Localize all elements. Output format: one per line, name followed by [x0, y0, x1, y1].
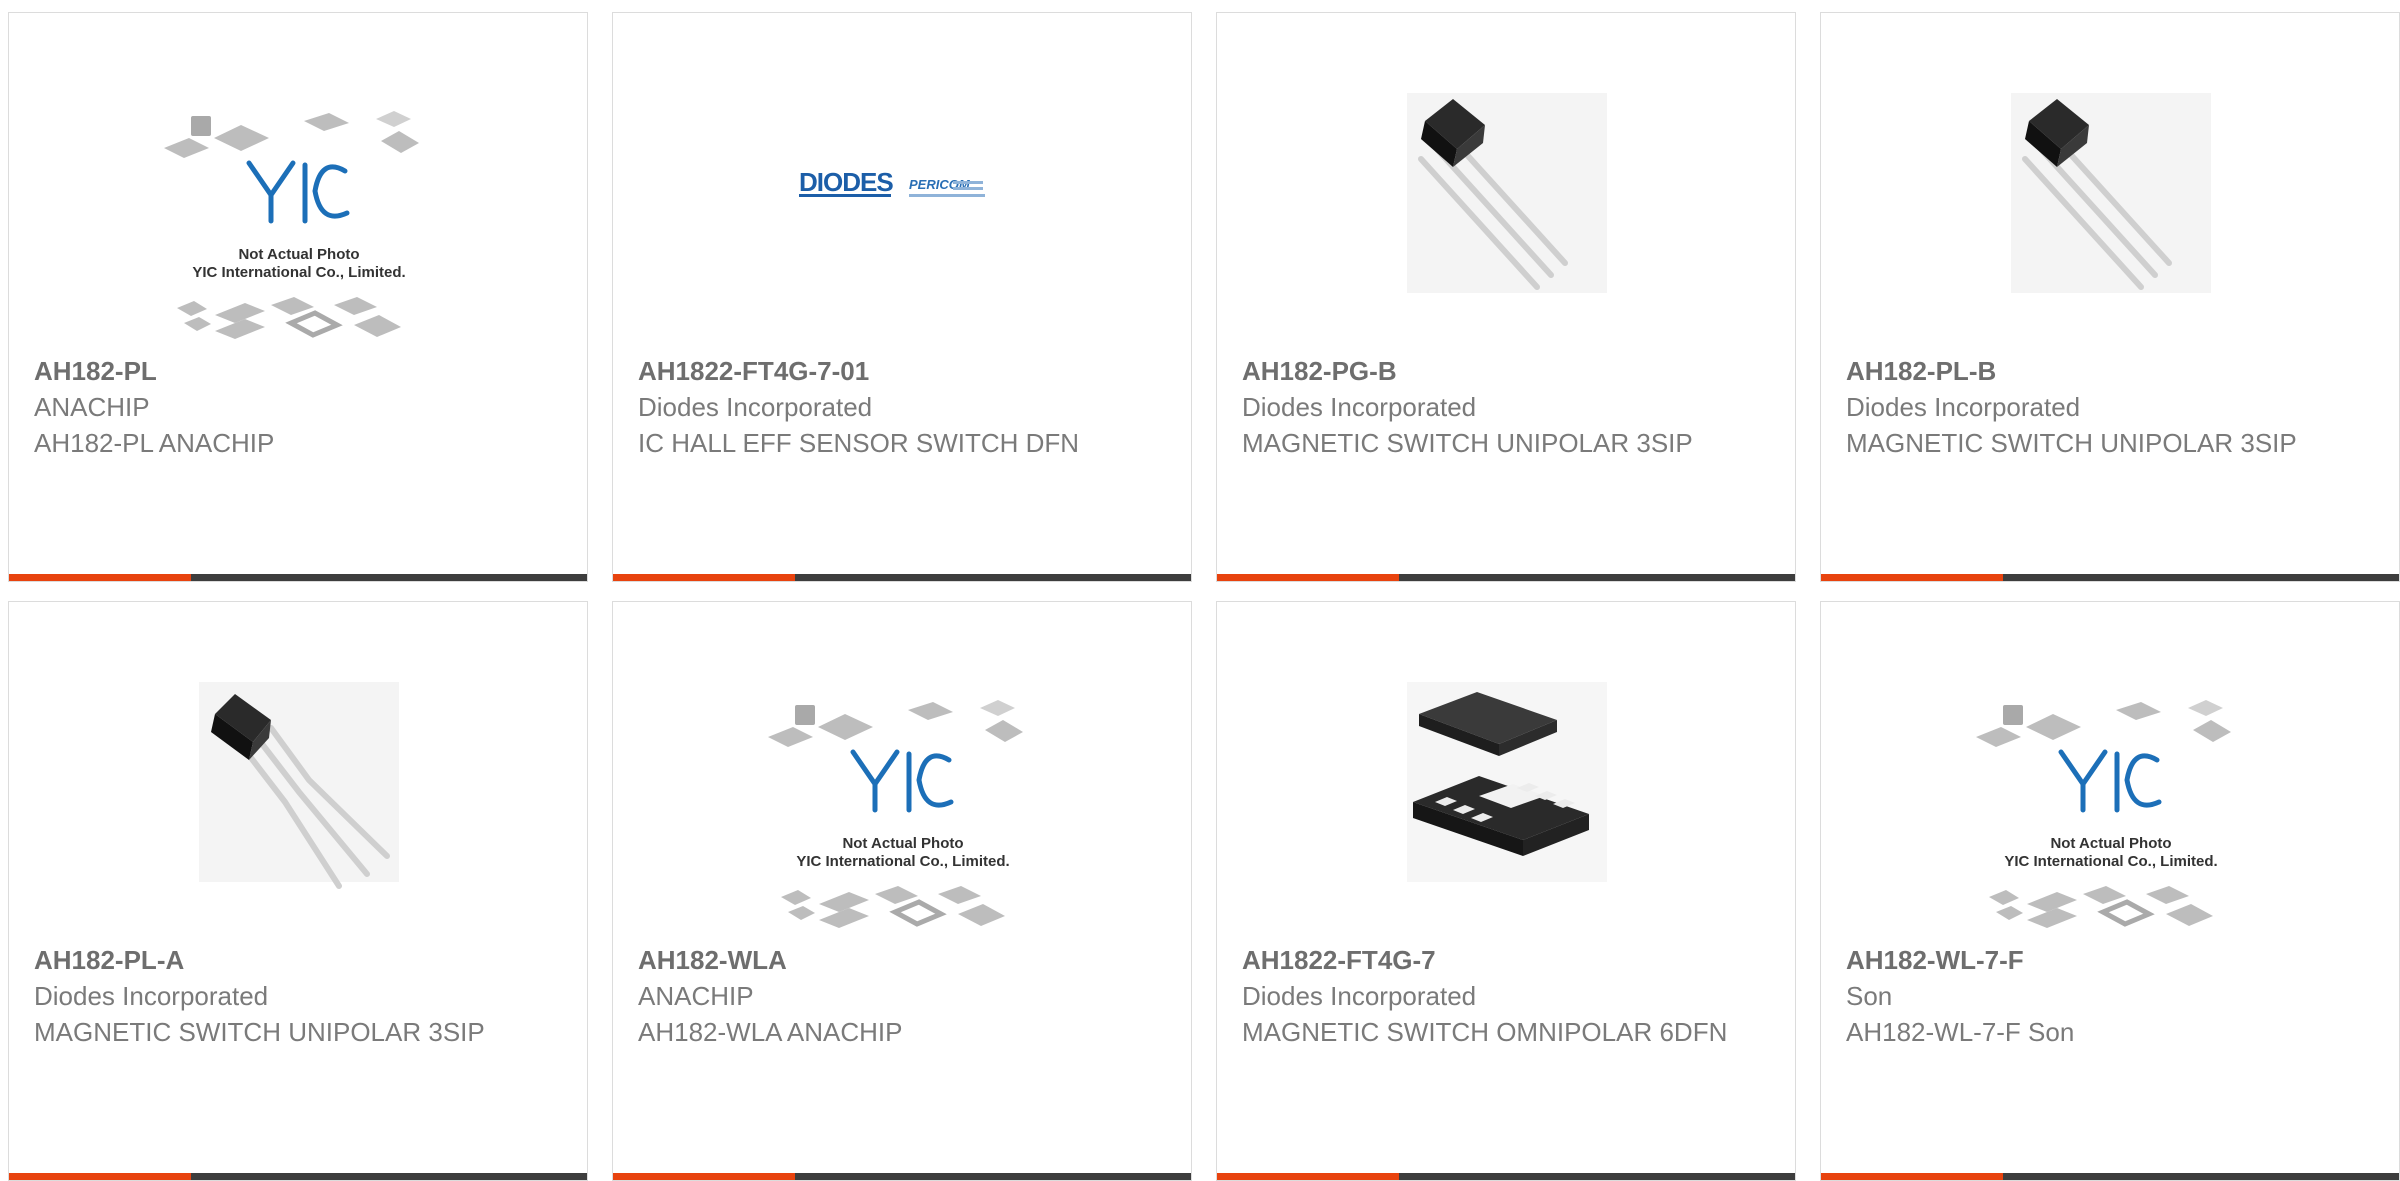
product-info: AH1822-FT4G-7-01 Diodes Incorporated IC … [638, 353, 1166, 461]
placeholder-line-2: YIC International Co., Limited. [192, 264, 405, 281]
product-info: AH182-PL-B Diodes Incorporated MAGNETIC … [1846, 353, 2374, 461]
manufacturer: ANACHIP [638, 981, 754, 1011]
card-bottom-bar [1821, 1173, 2399, 1180]
diodes-logo-text: DIODES [799, 167, 893, 197]
product-image: Not Actual Photo YIC International Co., … [9, 53, 587, 353]
card-accent-bar [1217, 1173, 1399, 1180]
description: AH182-WL-7-F Son [1846, 1017, 2075, 1047]
manufacturer: Diodes Incorporated [1242, 392, 1477, 422]
card-bottom-bar [1217, 574, 1795, 581]
part-number[interactable]: AH182-PL-B [1846, 353, 2374, 389]
part-number[interactable]: AH1822-FT4G-7-01 [638, 353, 1166, 389]
product-info: AH182-WL-7-F Son AH182-WL-7-F Son [1846, 942, 2374, 1050]
product-image [9, 642, 587, 942]
product-card[interactable]: Not Actual Photo YIC International Co., … [612, 601, 1192, 1181]
card-accent-bar [9, 574, 191, 581]
placeholder-image: Not Actual Photo YIC International Co., … [164, 111, 419, 339]
manufacturer: Diodes Incorporated [638, 392, 873, 422]
product-card[interactable]: AH182-PL-B Diodes Incorporated MAGNETIC … [1820, 12, 2400, 582]
card-bottom-bar [1821, 574, 2399, 581]
dfn-package-image [1407, 682, 1607, 882]
description: MAGNETIC SWITCH UNIPOLAR 3SIP [34, 1017, 485, 1047]
card-accent-bar [9, 1173, 191, 1180]
card-accent-bar [1821, 1173, 2003, 1180]
description: MAGNETIC SWITCH UNIPOLAR 3SIP [1242, 428, 1693, 458]
product-card[interactable]: Not Actual Photo YIC International Co., … [1820, 601, 2400, 1181]
placeholder-line-2: YIC International Co., Limited. [796, 853, 1009, 870]
product-info: AH182-PG-B Diodes Incorporated MAGNETIC … [1242, 353, 1770, 461]
part-number[interactable]: AH182-PL-A [34, 942, 562, 978]
description: MAGNETIC SWITCH UNIPOLAR 3SIP [1846, 428, 2297, 458]
product-info: AH182-PL ANACHIP AH182-PL ANACHIP [34, 353, 562, 461]
card-accent-bar [613, 574, 795, 581]
product-grid: Not Actual Photo YIC International Co., … [0, 0, 2400, 1181]
to92-component-image [1407, 93, 1607, 293]
card-bottom-bar [9, 574, 587, 581]
product-card[interactable]: AH182-PL-A Diodes Incorporated MAGNETIC … [8, 601, 588, 1181]
card-accent-bar [1217, 574, 1399, 581]
product-card[interactable]: AH1822-FT4G-7 Diodes Incorporated MAGNET… [1216, 601, 1796, 1181]
product-info: AH1822-FT4G-7 Diodes Incorporated MAGNET… [1242, 942, 1770, 1050]
description: MAGNETIC SWITCH OMNIPOLAR 6DFN [1242, 1017, 1728, 1047]
card-bottom-bar [613, 1173, 1191, 1180]
manufacturer: Diodes Incorporated [1846, 392, 2081, 422]
description: AH182-WLA ANACHIP [638, 1017, 903, 1047]
part-number[interactable]: AH182-PG-B [1242, 353, 1770, 389]
description: IC HALL EFF SENSOR SWITCH DFN [638, 428, 1080, 458]
description: AH182-PL ANACHIP [34, 428, 275, 458]
part-number[interactable]: AH1822-FT4G-7 [1242, 942, 1770, 978]
manufacturer: ANACHIP [34, 392, 150, 422]
product-image: DIODES PERICOM [613, 53, 1191, 353]
placeholder-image: Not Actual Photo YIC International Co., … [1976, 700, 2231, 928]
part-number[interactable]: AH182-WLA [638, 942, 1166, 978]
product-image [1217, 642, 1795, 942]
product-info: AH182-PL-A Diodes Incorporated MAGNETIC … [34, 942, 562, 1050]
product-image: Not Actual Photo YIC International Co., … [1821, 642, 2399, 942]
product-card[interactable]: Not Actual Photo YIC International Co., … [8, 12, 588, 582]
product-card[interactable]: DIODES PERICOM AH1822-FT4G-7-01 Diodes I… [612, 12, 1192, 582]
to92-component-image [2011, 93, 2211, 293]
manufacturer: Diodes Incorporated [34, 981, 269, 1011]
product-info: AH182-WLA ANACHIP AH182-WLA ANACHIP [638, 942, 1166, 1050]
part-number[interactable]: AH182-PL [34, 353, 562, 389]
placeholder-line-1: Not Actual Photo [842, 835, 963, 852]
manufacturer: Diodes Incorporated [1242, 981, 1477, 1011]
card-accent-bar [613, 1173, 795, 1180]
placeholder-line-1: Not Actual Photo [2050, 835, 2171, 852]
placeholder-line-2: YIC International Co., Limited. [2004, 853, 2217, 870]
product-card[interactable]: AH182-PG-B Diodes Incorporated MAGNETIC … [1216, 12, 1796, 582]
card-bottom-bar [9, 1173, 587, 1180]
card-bottom-bar [1217, 1173, 1795, 1180]
product-image [1821, 53, 2399, 353]
product-image: Not Actual Photo YIC International Co., … [613, 642, 1191, 942]
to92-component-image [199, 682, 399, 889]
product-image [1217, 53, 1795, 353]
placeholder-image: Not Actual Photo YIC International Co., … [768, 700, 1023, 928]
part-number[interactable]: AH182-WL-7-F [1846, 942, 2374, 978]
card-accent-bar [1821, 574, 2003, 581]
card-bottom-bar [613, 574, 1191, 581]
manufacturer: Son [1846, 981, 1893, 1011]
diodes-logo-image: DIODES PERICOM [799, 167, 985, 197]
placeholder-line-1: Not Actual Photo [238, 246, 359, 263]
